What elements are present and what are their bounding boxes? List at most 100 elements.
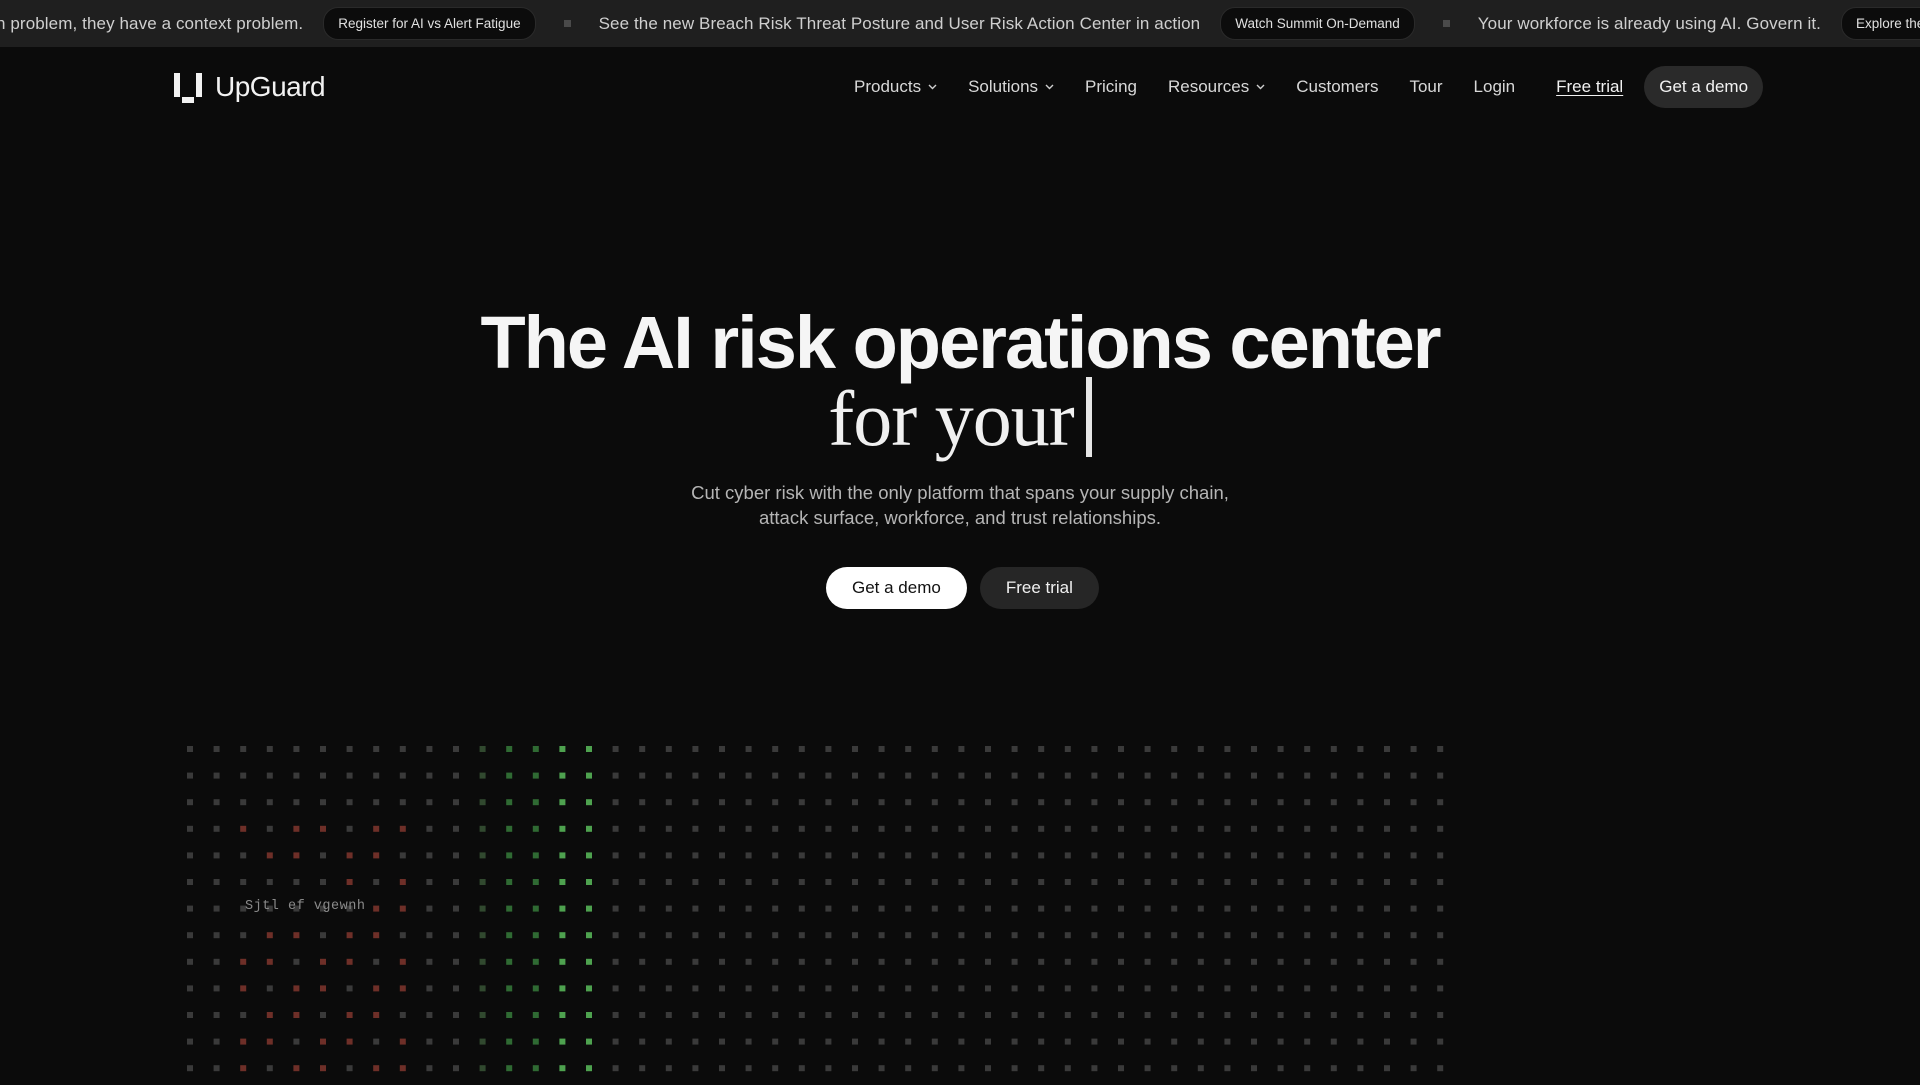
grid-dot <box>479 825 486 832</box>
grid-dot <box>612 985 619 992</box>
grid-dot <box>692 879 699 885</box>
grid-dot <box>905 932 912 939</box>
grid-dot <box>1330 772 1337 779</box>
grid-dot <box>985 772 991 779</box>
grid-dot <box>798 1038 805 1045</box>
grid-dot <box>1251 905 1257 912</box>
grid-dot <box>240 1038 247 1045</box>
grid-dot <box>1277 1065 1284 1072</box>
grid-dot <box>426 852 433 859</box>
grid-dot <box>1011 1065 1018 1072</box>
nav-item-products[interactable]: Products <box>854 77 937 97</box>
grid-dot <box>612 1012 619 1018</box>
grid-dot <box>719 1065 725 1072</box>
grid-dot <box>1064 772 1071 779</box>
grid-dot <box>266 985 273 992</box>
grid-dot <box>905 852 912 859</box>
grid-dot <box>1064 746 1071 752</box>
grid-dot <box>692 1065 699 1072</box>
grid-dot <box>665 879 672 885</box>
grid-dot <box>719 772 725 779</box>
grid-dot <box>1064 825 1071 832</box>
grid-dot <box>798 799 805 806</box>
grid-dot <box>692 852 699 859</box>
grid-dot <box>453 1012 459 1018</box>
grid-dot <box>745 905 752 912</box>
grid-dot <box>1410 958 1417 965</box>
grid-dot <box>1410 879 1417 885</box>
grid-dot <box>1064 1038 1071 1045</box>
grid-dot <box>1011 932 1018 939</box>
grid-dot <box>985 932 991 939</box>
grid-dot <box>905 1012 912 1018</box>
grid-dot <box>1251 746 1257 752</box>
grid-dot <box>985 1038 991 1045</box>
grid-dot <box>479 852 486 859</box>
grid-dot <box>639 879 646 885</box>
grid-dot <box>1197 1065 1204 1072</box>
get-demo-button[interactable]: Get a demo <box>1644 66 1764 108</box>
nav-item-pricing[interactable]: Pricing <box>1085 77 1137 97</box>
grid-dot <box>985 905 991 912</box>
nav-links: Products Solutions Pricing Resources Cus… <box>854 47 1764 127</box>
grid-dot <box>931 932 938 939</box>
grid-dot <box>559 772 566 779</box>
grid-dot <box>1224 985 1231 992</box>
announcement-pill-2[interactable]: Watch Summit On-Demand <box>1220 7 1415 40</box>
hero-cta-group: Get a demo Free trial <box>826 567 1099 609</box>
grid-dot <box>1091 905 1098 912</box>
grid-dot <box>1357 958 1364 965</box>
grid-dot <box>1304 1038 1311 1045</box>
free-trial-link[interactable]: Free trial <box>1556 77 1623 97</box>
grid-dot <box>559 932 566 939</box>
hero-free-trial-button[interactable]: Free trial <box>979 567 1099 609</box>
grid-dot <box>293 825 300 832</box>
nav-item-solutions[interactable]: Solutions <box>968 77 1054 97</box>
nav-item-tour[interactable]: Tour <box>1409 77 1442 97</box>
grid-dot <box>1437 1038 1444 1045</box>
grid-dot <box>878 932 885 939</box>
grid-dot <box>346 825 353 832</box>
hero-get-demo-button[interactable]: Get a demo <box>826 567 967 609</box>
grid-dot <box>612 799 619 806</box>
grid-dot <box>1330 985 1337 992</box>
grid-dot <box>825 852 832 859</box>
nav-item-customers[interactable]: Customers <box>1296 77 1378 97</box>
grid-dot <box>1091 958 1098 965</box>
brand-logo[interactable]: UpGuard <box>172 71 326 103</box>
grid-dot <box>1118 985 1124 992</box>
grid-dot <box>1171 799 1178 806</box>
grid-dot <box>692 772 699 779</box>
grid-dot <box>213 852 220 859</box>
grid-dot <box>293 772 300 779</box>
grid-dot <box>772 746 779 752</box>
grid-dot <box>1304 1065 1311 1072</box>
grid-dot <box>852 746 858 752</box>
grid-dot <box>453 905 459 912</box>
nav-item-resources[interactable]: Resources <box>1168 77 1265 97</box>
grid-dot <box>1171 879 1178 885</box>
grid-dot <box>479 985 486 992</box>
grid-dot <box>1304 932 1311 939</box>
grid-dot <box>985 799 991 806</box>
grid-dot <box>1357 825 1364 832</box>
grid-dot <box>346 932 353 939</box>
grid-dot <box>719 958 725 965</box>
grid-dot <box>1197 1012 1204 1018</box>
grid-dot <box>346 852 353 859</box>
grid-dot <box>958 1065 965 1072</box>
announcement-pill-3[interactable]: Explore the AI Secu <box>1840 7 1920 40</box>
nav-item-login[interactable]: Login <box>1474 77 1516 97</box>
grid-dot <box>1197 799 1204 806</box>
grid-dot <box>479 879 486 885</box>
grid-dot <box>373 852 380 859</box>
announcement-text-3: Your workforce is already using AI. Gove… <box>1477 13 1821 33</box>
grid-dot <box>1118 932 1124 939</box>
grid-dot <box>240 825 247 832</box>
grid-dot <box>719 905 725 912</box>
grid-dot <box>479 932 486 939</box>
announcement-pill-1[interactable]: Register for AI vs Alert Fatigue <box>323 7 536 40</box>
grid-dot <box>1330 1012 1337 1018</box>
grid-dot <box>1224 746 1231 752</box>
grid-dot <box>586 799 592 806</box>
